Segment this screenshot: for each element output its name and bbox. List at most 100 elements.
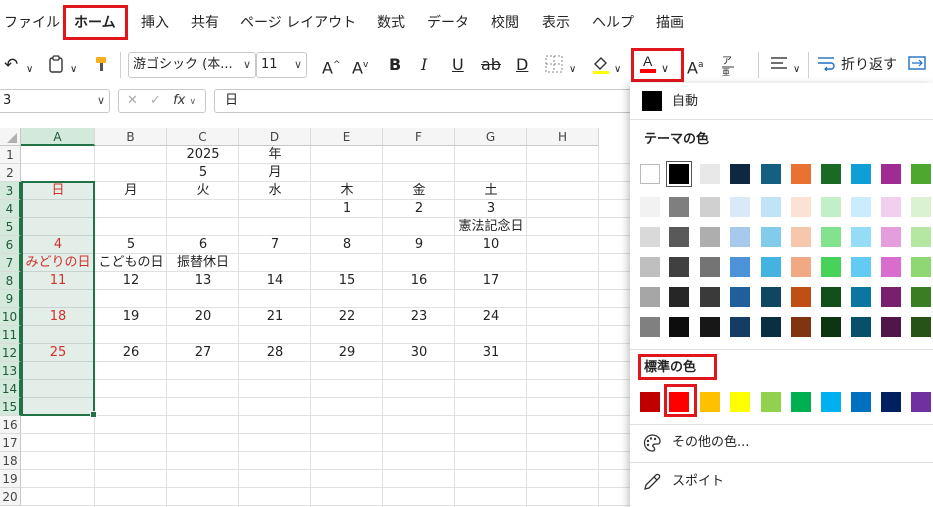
row-header-1[interactable]: 1 [0, 146, 21, 164]
cell-a6[interactable]: 4 [21, 236, 95, 254]
column-header-h[interactable]: H [527, 128, 599, 146]
cell-g6[interactable]: 10 [455, 236, 527, 254]
cell-f10[interactable]: 23 [383, 308, 455, 326]
underline-icon[interactable]: U [452, 55, 464, 75]
align-icon[interactable] [770, 55, 788, 76]
cell-c1[interactable]: 2025 [167, 146, 239, 164]
fill-handle[interactable] [90, 411, 97, 418]
theme-color-swatch[interactable] [911, 164, 931, 184]
cell-d1[interactable]: 年 [239, 146, 311, 164]
cell-f6[interactable]: 9 [383, 236, 455, 254]
cell-g12[interactable]: 31 [455, 344, 527, 362]
wrap-text-icon[interactable] [817, 55, 835, 76]
automatic-color-swatch[interactable] [642, 91, 662, 111]
theme-shade-swatch[interactable] [851, 197, 871, 217]
theme-shade-swatch[interactable] [791, 197, 811, 217]
theme-shade-swatch[interactable] [700, 197, 720, 217]
cell-a12[interactable]: 25 [21, 344, 95, 362]
row-header-6[interactable]: 6 [0, 236, 21, 254]
row-header-2[interactable]: 2 [0, 164, 21, 182]
theme-color-swatch[interactable] [881, 164, 901, 184]
tab-file[interactable]: ファイル [4, 14, 60, 32]
cell-c12[interactable]: 27 [167, 344, 239, 362]
column-header-c[interactable]: C [167, 128, 239, 146]
theme-shade-swatch[interactable] [851, 257, 871, 277]
merge-cells-icon[interactable] [908, 55, 926, 76]
cell-a7[interactable]: みどりの日 [21, 254, 95, 272]
chevron-down-icon[interactable]: ∨ [614, 60, 621, 80]
row-header-16[interactable]: 16 [0, 416, 21, 434]
standard-color-swatch[interactable] [791, 392, 811, 412]
theme-shade-swatch[interactable] [700, 287, 720, 307]
cell-a3[interactable]: 日 [21, 182, 95, 200]
cell-g4[interactable]: 3 [455, 200, 527, 218]
row-header-12[interactable]: 12 [0, 344, 21, 362]
theme-shade-swatch[interactable] [911, 317, 931, 337]
cell-f4[interactable]: 2 [383, 200, 455, 218]
row-header-13[interactable]: 13 [0, 362, 21, 380]
theme-shade-swatch[interactable] [730, 197, 750, 217]
theme-shade-swatch[interactable] [640, 317, 660, 337]
chevron-down-icon[interactable]: ∨ [569, 60, 576, 80]
cell-e3[interactable]: 木 [311, 182, 383, 200]
cell-d8[interactable]: 14 [239, 272, 311, 290]
cell-b8[interactable]: 12 [95, 272, 167, 290]
cell-f8[interactable]: 16 [383, 272, 455, 290]
chevron-down-icon[interactable]: ∨ [26, 60, 33, 80]
theme-shade-swatch[interactable] [669, 317, 689, 337]
theme-shade-swatch[interactable] [761, 257, 781, 277]
theme-shade-swatch[interactable] [700, 257, 720, 277]
theme-shade-swatch[interactable] [700, 227, 720, 247]
font-size-select[interactable]: 11 ∨ [256, 52, 307, 78]
borders-icon[interactable] [545, 55, 563, 78]
theme-shade-swatch[interactable] [761, 287, 781, 307]
cell-b10[interactable]: 19 [95, 308, 167, 326]
phonetic-icon[interactable]: Aa [687, 55, 703, 78]
column-header-g[interactable]: G [455, 128, 527, 146]
row-header-9[interactable]: 9 [0, 290, 21, 308]
row-header-11[interactable]: 11 [0, 326, 21, 344]
theme-shade-swatch[interactable] [821, 287, 841, 307]
theme-shade-swatch[interactable] [730, 257, 750, 277]
cell-e8[interactable]: 15 [311, 272, 383, 290]
theme-shade-swatch[interactable] [791, 317, 811, 337]
cell-a10[interactable]: 18 [21, 308, 95, 326]
select-all-corner[interactable] [0, 128, 21, 146]
italic-icon[interactable]: I [421, 55, 427, 75]
row-header-3[interactable]: 3 [0, 182, 21, 200]
cell-e4[interactable]: 1 [311, 200, 383, 218]
tab-help[interactable]: ヘルプ [592, 14, 634, 32]
row-header-20[interactable]: 20 [0, 488, 21, 506]
standard-color-swatch[interactable] [881, 392, 901, 412]
row-header-19[interactable]: 19 [0, 470, 21, 488]
theme-color-swatch[interactable] [640, 164, 660, 184]
tab-data[interactable]: データ [427, 14, 469, 32]
theme-shade-swatch[interactable] [851, 227, 871, 247]
row-header-7[interactable]: 7 [0, 254, 21, 272]
theme-shade-swatch[interactable] [640, 227, 660, 247]
theme-shade-swatch[interactable] [911, 287, 931, 307]
theme-color-swatch[interactable] [730, 164, 750, 184]
cell-d6[interactable]: 7 [239, 236, 311, 254]
theme-shade-swatch[interactable] [730, 287, 750, 307]
row-header-5[interactable]: 5 [0, 218, 21, 236]
font-name-select[interactable]: 游ゴシック (本... ∨ [128, 52, 256, 78]
row-header-4[interactable]: 4 [0, 200, 21, 218]
font-color-icon[interactable]: A [639, 52, 657, 79]
column-header-f[interactable]: F [383, 128, 455, 146]
cell-e6[interactable]: 8 [311, 236, 383, 254]
cell-g5[interactable]: 憲法記念日 [455, 218, 527, 236]
cell-c6[interactable]: 6 [167, 236, 239, 254]
theme-shade-swatch[interactable] [911, 257, 931, 277]
strikethrough-icon[interactable]: ab [481, 55, 501, 75]
undo-icon[interactable]: ↶ [4, 55, 18, 75]
theme-color-swatch[interactable] [761, 164, 781, 184]
row-header-10[interactable]: 10 [0, 308, 21, 326]
theme-shade-swatch[interactable] [669, 287, 689, 307]
cell-c3[interactable]: 火 [167, 182, 239, 200]
theme-shade-swatch[interactable] [791, 257, 811, 277]
increase-font-size-icon[interactable]: A^ [322, 55, 341, 78]
cell-c2[interactable]: 5 [167, 164, 239, 182]
standard-color-swatch[interactable] [700, 392, 720, 412]
tab-formulas[interactable]: 数式 [377, 14, 405, 32]
